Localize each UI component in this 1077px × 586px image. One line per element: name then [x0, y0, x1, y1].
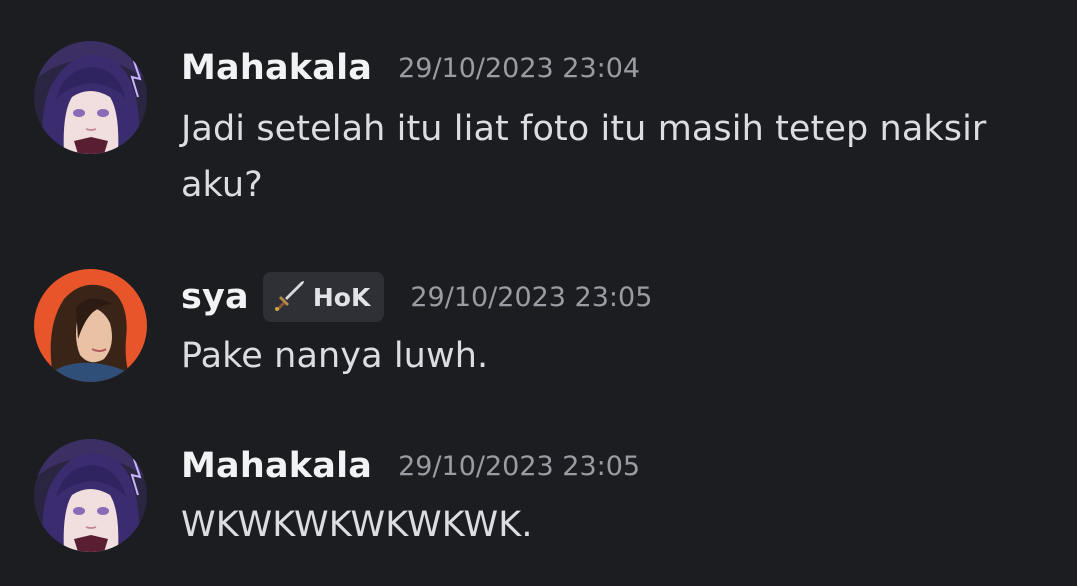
- message-timestamp: 29/10/2023 23:05: [398, 450, 641, 482]
- tag-label: HoK: [312, 282, 371, 312]
- message-text: WKWKWKWKWKWK.: [181, 505, 533, 545]
- message-text: Pake nanya luwh.: [181, 336, 489, 376]
- anime-avatar-image: [34, 439, 147, 552]
- photo-avatar-image: [34, 269, 147, 382]
- username[interactable]: Mahakala: [181, 48, 372, 88]
- server-tag[interactable]: HoK: [262, 272, 385, 322]
- message-text: Jadi setelah itu liat foto itu masih tet…: [181, 109, 987, 205]
- avatar[interactable]: [34, 269, 147, 382]
- message-timestamp: 29/10/2023 23:05: [410, 281, 653, 313]
- username[interactable]: sya: [181, 277, 249, 317]
- sword-icon: [273, 278, 307, 316]
- anime-avatar-image: [34, 41, 147, 154]
- avatar[interactable]: [34, 41, 147, 154]
- avatar[interactable]: [34, 439, 147, 552]
- username[interactable]: Mahakala: [181, 446, 372, 486]
- chat-message-list: Mahakala 29/10/2023 23:04 Jadi setelah i…: [0, 0, 1077, 586]
- message-timestamp: 29/10/2023 23:04: [398, 52, 641, 84]
